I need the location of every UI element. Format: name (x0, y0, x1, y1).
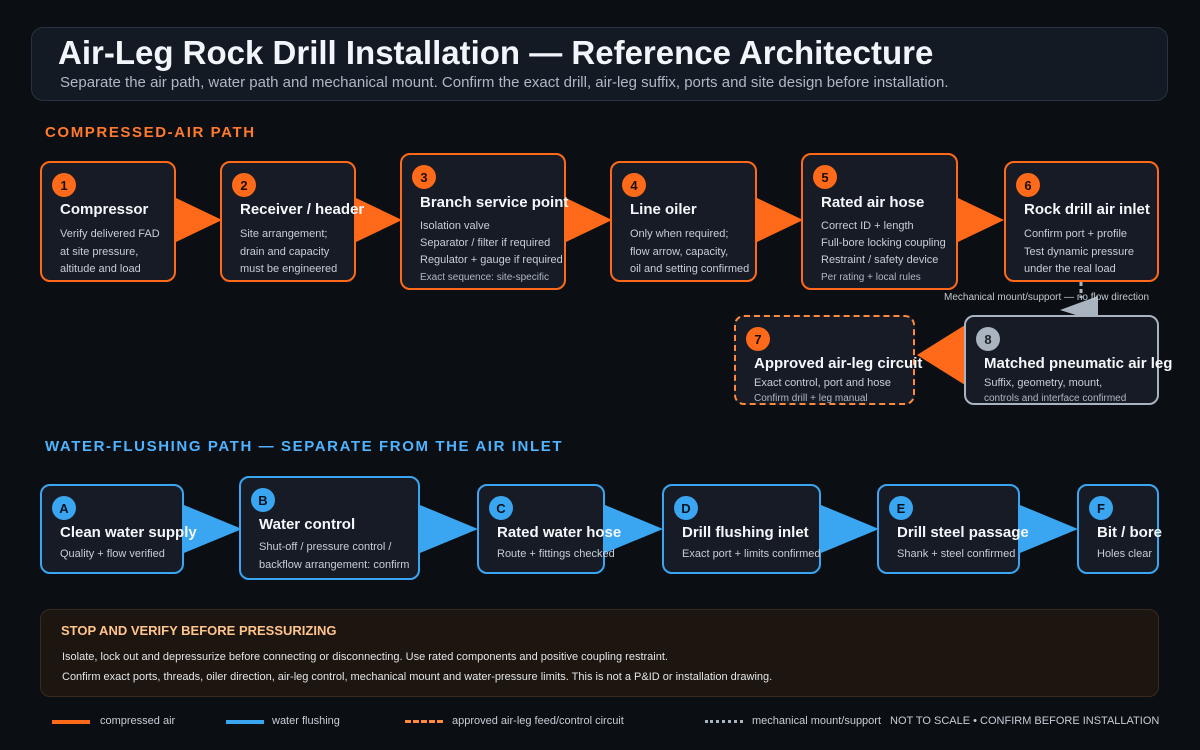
step-badge: D (674, 496, 698, 520)
air-arrow-3-4 (566, 198, 612, 242)
node-detail: Test dynamic pressure (1024, 246, 1135, 258)
air-node-air-hose: 5 Rated air hose Correct ID + length Ful… (801, 153, 958, 290)
step-badge: 6 (1016, 173, 1040, 197)
node-detail: backflow arrangement: confirm (259, 559, 410, 571)
node-detail: must be engineered (240, 263, 338, 275)
legend-label-air: compressed air (100, 715, 176, 727)
node-title: Drill flushing inlet (682, 524, 809, 541)
node-detail: Confirm port + profile (1024, 228, 1128, 240)
legend-label-circuit: approved air-leg feed/control circuit (452, 715, 624, 727)
step-badge: C (489, 496, 513, 520)
warning-title: STOP AND VERIFY BEFORE PRESSURIZING (61, 623, 337, 638)
node-title: Rated air hose (821, 194, 925, 211)
warning-line: Isolate, lock out and depressurize befor… (62, 651, 668, 663)
air-arrow-4-5 (757, 198, 803, 242)
mech-mount-label: Mechanical mount/support — no flow direc… (944, 292, 1150, 303)
air-node-air-leg-circuit: 7 Approved air-leg circuit Exact control… (734, 315, 922, 405)
node-detail: Exact port + limits confirmed (682, 548, 821, 560)
water-arrow-b-c (420, 505, 478, 553)
node-title: Rock drill air inlet (1024, 201, 1150, 218)
legend-label-mech: mechanical mount/support (752, 715, 882, 727)
node-title: Clean water supply (60, 524, 197, 541)
page-subtitle: Separate the air path, water path and me… (60, 74, 949, 91)
node-detail: Separator / filter if required (420, 237, 551, 249)
node-note: Per rating + local rules (821, 272, 921, 283)
node-title: Line oiler (630, 201, 697, 218)
legend-label-water: water flushing (272, 715, 340, 727)
water-arrow-d-e (821, 505, 879, 553)
node-detail: Shank + steel confirmed (897, 548, 1016, 560)
air-arrow-5-6 (958, 198, 1004, 242)
step-badge: 8 (976, 327, 1000, 351)
water-node-water-control: B Water control Shut-off / pressure cont… (239, 476, 420, 580)
node-detail: Route + fittings checked (497, 548, 615, 560)
node-title: Water control (259, 516, 356, 533)
node-title: Branch service point (420, 194, 569, 211)
node-detail: at site pressure, (60, 246, 139, 258)
step-badge: 1 (52, 173, 76, 197)
node-detail: Exact control, port and hose (754, 377, 891, 389)
air-node-receiver: 2 Receiver / header Site arrangement; dr… (220, 161, 364, 282)
node-detail: Correct ID + length (821, 220, 914, 232)
node-detail: Isolation valve (420, 220, 490, 232)
node-title: Rated water hose (497, 524, 622, 541)
node-note: Exact sequence: site-specific (420, 272, 549, 283)
node-detail: Full-bore locking coupling (821, 237, 946, 249)
legend-swatch-circuit (405, 720, 443, 723)
node-note: controls and interface confirmed (984, 393, 1127, 404)
legend-swatch-air (52, 720, 90, 724)
node-detail: drain and capacity (240, 246, 330, 258)
node-detail: altitude and load (60, 263, 141, 275)
step-badge: 2 (232, 173, 256, 197)
legend-swatch-water (226, 720, 264, 724)
water-node-steel-passage: E Drill steel passage Shank + steel conf… (877, 484, 1029, 574)
water-node-water-hose: C Rated water hose Route + fittings chec… (477, 484, 621, 574)
step-badge: F (1089, 496, 1113, 520)
step-badge: 3 (412, 165, 436, 189)
node-detail: Verify delivered FAD (60, 228, 160, 240)
step-badge: 4 (622, 173, 646, 197)
node-detail: Quality + flow verified (60, 548, 165, 560)
node-detail: Site arrangement; (240, 228, 328, 240)
water-section-label: WATER-FLUSHING PATH — SEPARATE FROM THE … (45, 438, 564, 455)
warning-line: Confirm exact ports, threads, oiler dire… (62, 671, 773, 683)
node-title: Matched pneumatic air leg (984, 355, 1173, 372)
node-detail: Regulator + gauge if required (420, 254, 563, 266)
air-section-label: COMPRESSED-AIR PATH (45, 124, 256, 141)
air-node-line-oiler: 4 Line oiler Only when required; flow ar… (610, 161, 757, 282)
air-node-pneumatic-leg: 8 Matched pneumatic air leg Suffix, geom… (964, 315, 1172, 405)
step-badge: 7 (746, 327, 770, 351)
air-node-compressor: 1 Compressor Verify delivered FAD at sit… (40, 161, 176, 282)
node-detail: Holes clear (1097, 548, 1153, 560)
node-detail: Restraint / safety device (821, 254, 939, 266)
legend-scale-note: NOT TO SCALE • CONFIRM BEFORE INSTALLATI… (890, 715, 1160, 727)
water-node-flushing-inlet: D Drill flushing inlet Exact port + limi… (662, 484, 821, 574)
water-node-bit-bore: F Bit / bore Holes clear (1077, 484, 1163, 574)
node-title: Compressor (60, 201, 149, 218)
legend-swatch-mech (705, 720, 743, 723)
node-title: Bit / bore (1097, 524, 1163, 541)
node-detail: flow arrow, capacity, (630, 246, 729, 258)
node-detail: Suffix, geometry, mount, (984, 377, 1103, 389)
step-badge: A (52, 496, 76, 520)
air-node-drill-inlet: 6 Rock drill air inlet Confirm port + pr… (1004, 161, 1159, 282)
step-badge: B (251, 488, 275, 512)
node-detail: oil and setting confirmed (630, 263, 750, 275)
air-arrow-8-7 (917, 325, 965, 385)
node-title: Drill steel passage (897, 524, 1029, 541)
step-badge: 5 (813, 165, 837, 189)
page-title: Air-Leg Rock Drill Installation — Refere… (58, 34, 934, 71)
node-detail: under the real load (1024, 263, 1116, 275)
water-node-clean-supply: A Clean water supply Quality + flow veri… (40, 484, 197, 574)
air-arrow-1-2 (176, 198, 222, 242)
node-detail: Shut-off / pressure control / (259, 541, 392, 553)
warning-panel: STOP AND VERIFY BEFORE PRESSURIZING Isol… (40, 609, 1159, 697)
node-note: Confirm drill + leg manual (754, 393, 868, 404)
header-panel: Air-Leg Rock Drill Installation — Refere… (31, 27, 1168, 101)
step-badge: E (889, 496, 913, 520)
air-node-branch-service: 3 Branch service point Isolation valve S… (400, 153, 569, 290)
node-detail: Only when required; (630, 228, 729, 240)
node-title: Receiver / header (240, 201, 365, 218)
node-title: Approved air-leg circuit (754, 355, 923, 372)
